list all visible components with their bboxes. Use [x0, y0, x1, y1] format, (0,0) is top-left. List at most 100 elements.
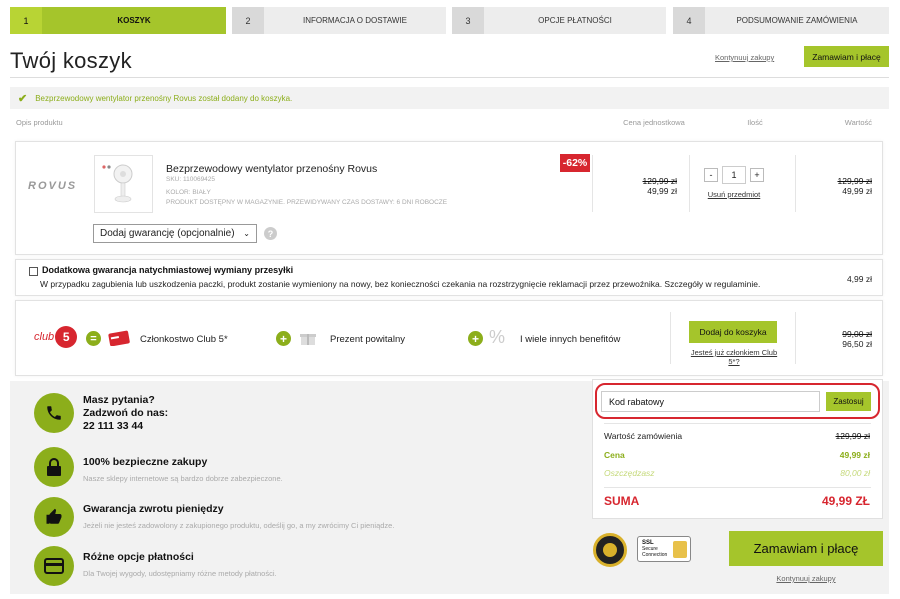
total-row: SUMA 49,99 ZŁ: [604, 494, 870, 508]
divider: [689, 155, 690, 212]
step-number: 4: [673, 7, 705, 34]
benefits-label: I wiele innych benefitów: [520, 334, 621, 345]
divider: [604, 487, 871, 488]
club-logo: club 5: [34, 326, 78, 348]
secure-title: 100% bezpieczne zakupy: [83, 456, 208, 468]
percent-icon: %: [489, 327, 506, 347]
chevron-down-icon: ⌄: [243, 229, 250, 238]
price-label: Cena: [604, 450, 625, 460]
page-title: Twój koszyk: [10, 48, 132, 73]
add-club-button[interactable]: Dodaj do koszyka: [689, 321, 777, 343]
total-label: SUMA: [604, 494, 640, 508]
payment-description: Dla Twojej wygody, udostępniamy różne me…: [83, 569, 277, 578]
ssl-badge: SSL Secure Connection: [637, 536, 691, 562]
step-delivery[interactable]: 2 INFORMACJA O DOSTAWIE: [232, 7, 446, 34]
step-number: 3: [452, 7, 484, 34]
refund-title: Gwarancja zwrotu pieniędzy: [83, 503, 224, 515]
order-value-row: Wartość zamówienia 129,99 zł: [604, 431, 870, 441]
club-membership-label: Członkostwo Club 5*: [140, 334, 228, 345]
plus-icon: +: [468, 331, 483, 346]
equals-icon: =: [86, 331, 101, 346]
step-cart[interactable]: 1 KOSZYK: [10, 7, 226, 34]
check-icon: ✔: [18, 92, 28, 105]
header-unit-price: Cena jednostkowa: [623, 118, 685, 127]
product-image[interactable]: [94, 155, 153, 213]
step-summary[interactable]: 4 PODSUMOWANIE ZAMÓWIENIA: [673, 7, 889, 34]
club-logo-number: 5: [55, 326, 78, 348]
coupon-input[interactable]: Kod rabatowy: [601, 391, 820, 412]
step-label: OPCJE PŁATNOŚCI: [538, 16, 612, 25]
gift-icon: [300, 330, 316, 346]
insurance-checkbox[interactable]: [29, 267, 38, 276]
product-availability: PRODUKT DOSTĘPNY W MAGAZYNIE. PRZEWIDYWA…: [166, 199, 448, 206]
unit-price: 49,99 zł: [647, 186, 677, 196]
qty-decrease-button[interactable]: -: [704, 168, 718, 182]
divider: [10, 77, 889, 78]
remove-item-link[interactable]: Usuń przedmiot: [698, 190, 770, 199]
continue-shopping-link[interactable]: Kontynuuj zakupy: [715, 53, 774, 62]
divider: [592, 155, 593, 212]
product-sku: SKU: 110069425: [166, 176, 216, 183]
phone-icon: [34, 393, 74, 433]
header-description: Opis produktu: [16, 118, 63, 127]
header-value: Wartość: [844, 118, 872, 127]
step-number: 2: [232, 7, 264, 34]
total-old-price: 129,99 zł: [837, 176, 873, 186]
club-price: 96,50 zł: [842, 339, 872, 349]
savings-label: Oszczędzasz: [604, 468, 655, 478]
step-payment[interactable]: 3 OPCJE PŁATNOŚCI: [452, 7, 666, 34]
plus-icon: +: [276, 331, 291, 346]
insurance-price: 4,99 zł: [846, 274, 872, 284]
divider: [604, 423, 871, 424]
fan-icon: [102, 164, 133, 203]
order-button-top[interactable]: Zamawiam i płacę: [804, 46, 889, 67]
apply-coupon-button[interactable]: Zastosuj: [826, 392, 871, 411]
product-name[interactable]: Bezprzewodowy wentylator przenośny Rovus: [166, 163, 377, 175]
warranty-select[interactable]: Dodaj gwarancję (opcjonalnie) ⌄: [93, 224, 257, 243]
insurance-title[interactable]: Dodatkowa gwarancja natychmiastowej wymi…: [42, 265, 293, 275]
welcome-gift-label: Prezent powitalny: [330, 334, 405, 345]
savings-row: Oszczędzasz 80,00 zł: [604, 468, 870, 478]
credit-card-icon: [34, 546, 74, 586]
divider: [670, 312, 671, 364]
thumbs-up-icon: [34, 497, 74, 537]
step-label: PODSUMOWANIE ZAMÓWIENIA: [736, 16, 858, 25]
qty-input[interactable]: 1: [722, 166, 746, 184]
product-color: KOLOR: BIAŁY: [166, 189, 211, 196]
refund-description: Jeżeli nie jesteś zadowolony z zakupione…: [83, 521, 395, 530]
total-price: 49,99 zł: [842, 186, 872, 196]
price-row: Cena 49,99 zł: [604, 450, 870, 460]
divider: [795, 155, 796, 212]
security-seal-icon: [593, 533, 627, 567]
added-notice: ✔ Bezprzewodowy wentylator przenośny Rov…: [10, 87, 889, 109]
already-member-link[interactable]: Jesteś już członkiem Club 5*?: [686, 348, 782, 366]
added-notice-text: Bezprzewodowy wentylator przenośny Rovus…: [35, 93, 293, 103]
price-value: 49,99 zł: [839, 450, 870, 460]
step-number: 1: [10, 7, 42, 34]
divider: [795, 312, 796, 364]
step-label: INFORMACJA O DOSTAWIE: [302, 16, 407, 25]
warranty-select-value: Dodaj gwarancję (opcjonalnie): [100, 228, 235, 239]
order-button-bottom[interactable]: Zamawiam i płacę: [729, 531, 883, 566]
help-icon[interactable]: ?: [264, 227, 277, 240]
card-icon: [108, 330, 130, 347]
order-value-label: Wartość zamówienia: [604, 431, 683, 441]
step-label: KOSZYK: [117, 16, 151, 25]
club-logo-text: club: [34, 331, 55, 343]
secure-description: Nasze sklepy internetowe są bardzo dobrz…: [83, 474, 283, 483]
unit-old-price: 129,99 zł: [642, 176, 678, 186]
phone-subtitle: Zadzwoń do nas:: [83, 407, 169, 419]
payment-title: Różne opcje płatności: [83, 551, 194, 563]
continue-shopping-link-bottom[interactable]: Kontynuuj zakupy: [729, 574, 883, 583]
phone-title: Masz pytania?: [83, 394, 155, 406]
header-quantity: Ilość: [747, 118, 763, 127]
brand-logo: ROVUS: [28, 180, 78, 192]
padlock-icon: [673, 541, 687, 558]
qty-increase-button[interactable]: +: [750, 168, 764, 182]
savings-value: 80,00 zł: [840, 468, 870, 478]
insurance-description: W przypadku zagubienia lub uszkodzenia p…: [40, 279, 761, 289]
order-value: 129,99 zł: [835, 431, 871, 441]
lock-icon: [34, 447, 74, 487]
phone-number[interactable]: 22 111 33 44: [83, 420, 143, 432]
discount-badge: -62%: [560, 154, 590, 172]
